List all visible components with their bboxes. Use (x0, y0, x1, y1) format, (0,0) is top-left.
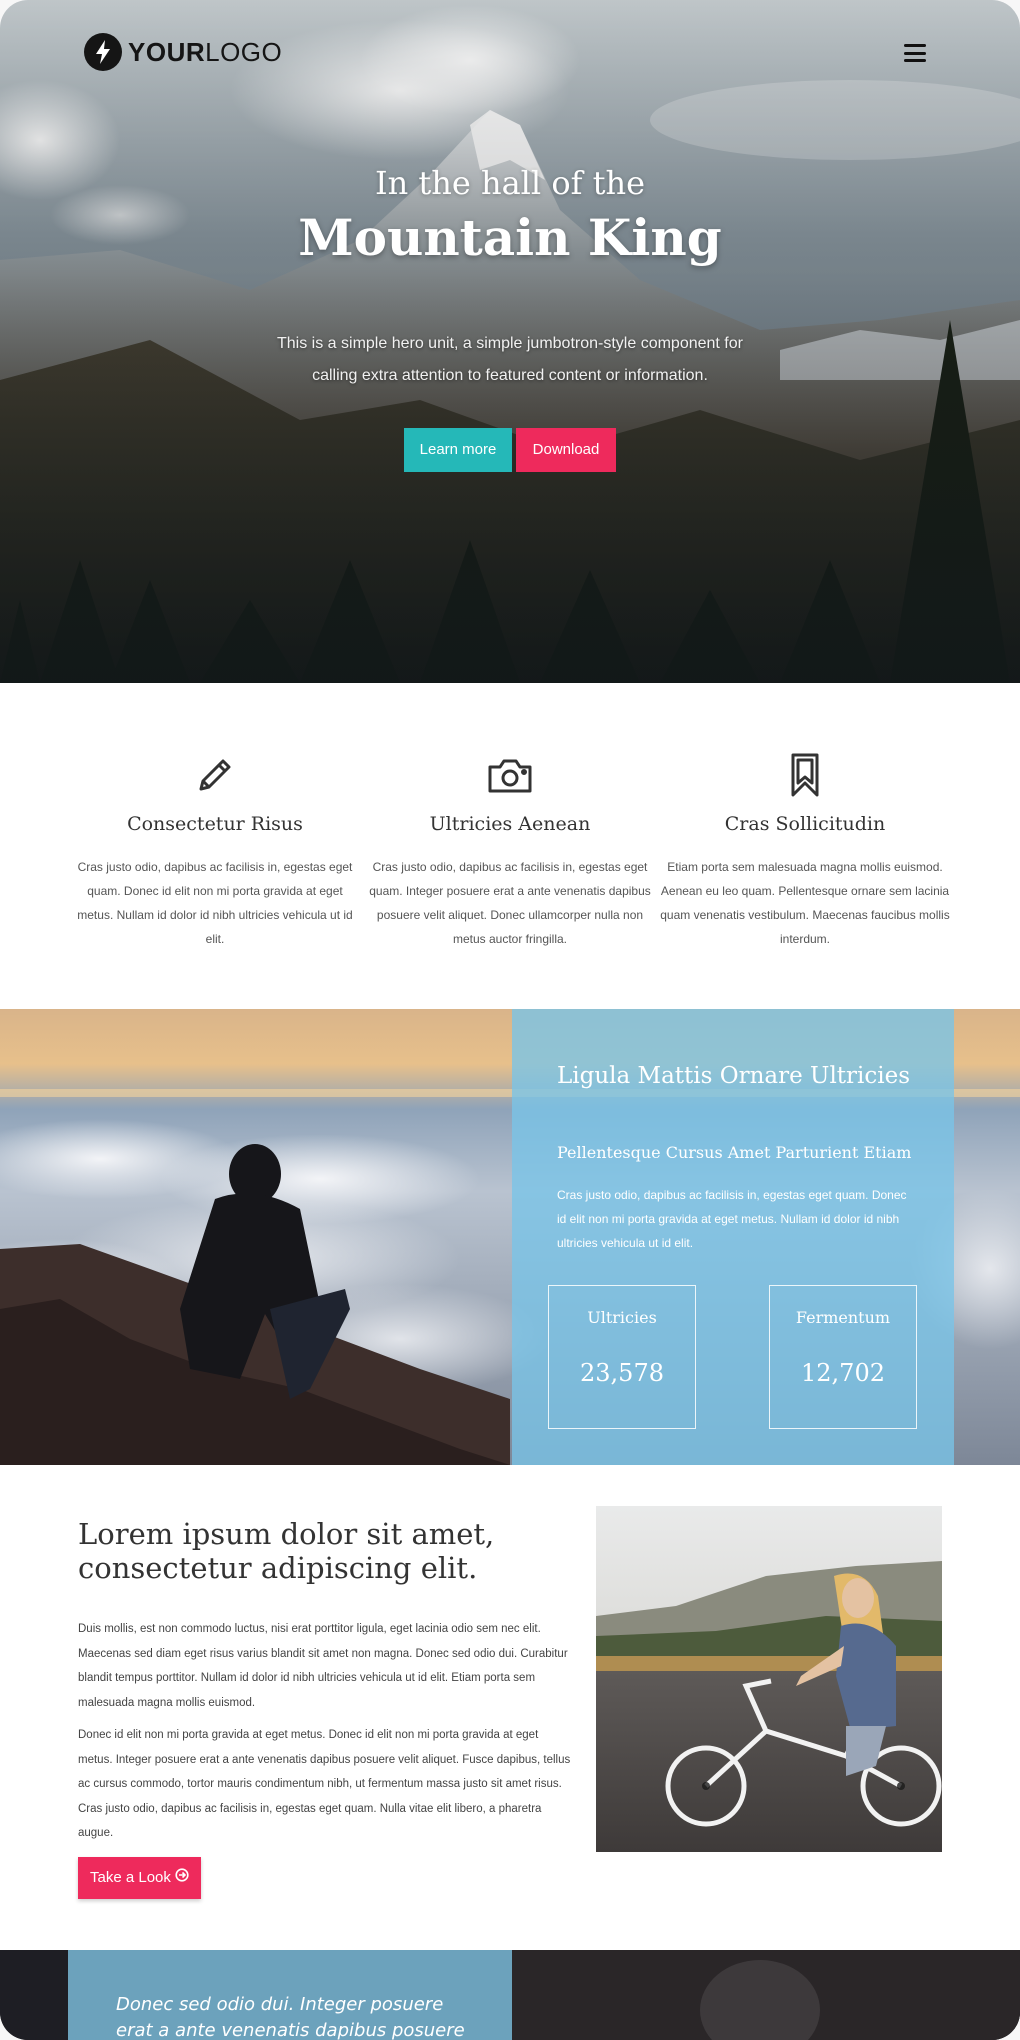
stat-box-ultricies: Ultricies 23,578 (548, 1285, 696, 1429)
stats-heading: Ligula Mattis Ornare Ultricies (557, 1063, 911, 1089)
stat-label: Ultricies (587, 1308, 657, 1327)
feature-text: Etiam porta sem malesuada magna mollis e… (660, 860, 950, 946)
site-logo[interactable]: YOURLOGO (84, 32, 282, 72)
stats-panel: Ligula Mattis Ornare Ultricies Pellentes… (512, 1009, 954, 1465)
feature-card: Consectetur Risus Cras justo odio, dapib… (70, 751, 360, 951)
quote-strip: Donec sed odio dui. Integer posuere erat… (0, 1950, 1020, 2040)
download-button[interactable]: Download (516, 428, 616, 472)
cyclist-photo (596, 1506, 942, 1852)
stat-value: 12,702 (801, 1359, 885, 1387)
arrow-circle-right-icon (175, 1857, 189, 1899)
cta-label: Take a Look (90, 1869, 171, 1886)
hero-section: YOURLOGO In the hall of the Mountain Kin… (0, 0, 1020, 683)
logo-bold: YOUR (128, 36, 206, 67)
bookmark-icon (660, 751, 950, 799)
stats-text: Cras justo odio, dapibus ac facilisis in… (557, 1188, 907, 1250)
pencil-icon (70, 751, 360, 799)
feature-text: Cras justo odio, dapibus ac facilisis in… (369, 860, 651, 946)
hero-title: Mountain King (298, 208, 722, 267)
article-paragraph: Duis mollis, est non commodo luctus, nis… (78, 1623, 568, 1709)
hamburger-menu-icon[interactable] (904, 44, 926, 62)
logo-light: LOGO (205, 36, 283, 67)
take-a-look-button[interactable]: Take a Look (78, 1857, 201, 1899)
feature-title: Ultricies Aenean (429, 813, 591, 835)
feature-card: Cras Sollicitudin Etiam porta sem malesu… (660, 751, 950, 951)
feature-card: Ultricies Aenean Cras justo odio, dapibu… (365, 751, 655, 951)
stats-section: Ligula Mattis Ornare Ultricies Pellentes… (0, 1009, 1020, 1465)
learn-more-button[interactable]: Learn more (404, 428, 512, 472)
article-heading: Lorem ipsum dolor sit amet, consectetur … (78, 1517, 495, 1585)
logo-wordmark: YOURLOGO (128, 37, 282, 68)
feature-title: Consectetur Risus (127, 813, 303, 835)
stat-value: 23,578 (580, 1359, 664, 1387)
feature-text: Cras justo odio, dapibus ac facilisis in… (77, 860, 353, 946)
article-section: Lorem ipsum dolor sit amet, consectetur … (0, 1465, 1020, 1950)
strip-quote: Donec sed odio dui. Integer posuere erat… (116, 1994, 465, 2040)
feature-title: Cras Sollicitudin (724, 813, 886, 835)
bolt-icon (84, 33, 122, 71)
hero-kicker: In the hall of the (374, 164, 645, 202)
stat-box-fermentum: Fermentum 12,702 (769, 1285, 917, 1429)
hero-subtitle: This is a simple hero unit, a simple jum… (277, 335, 743, 384)
article-paragraph: Donec id elit non mi porta gravida at eg… (78, 1729, 571, 1839)
stat-label: Fermentum (795, 1308, 891, 1327)
features-section: Consectetur Risus Cras justo odio, dapib… (0, 683, 1020, 1009)
landing-page: YOURLOGO In the hall of the Mountain Kin… (0, 0, 1020, 2040)
hero-actions: Learn more Download (0, 428, 1020, 472)
stats-subheading: Pellentesque Cursus Amet Parturient Etia… (557, 1143, 912, 1162)
camera-icon (365, 751, 655, 799)
